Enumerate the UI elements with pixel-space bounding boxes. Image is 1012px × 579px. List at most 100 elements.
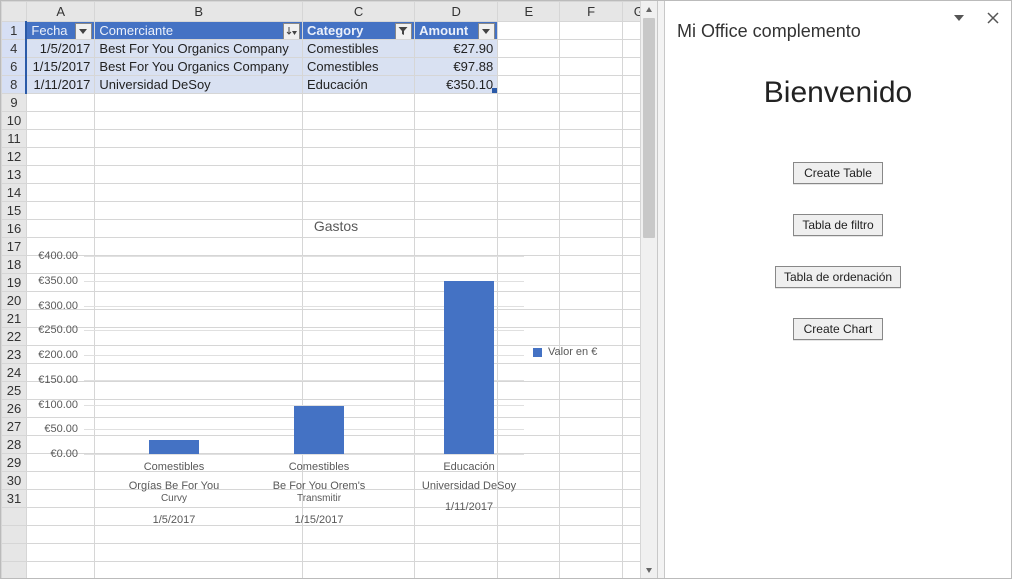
pane-splitter[interactable] — [657, 1, 665, 578]
cell[interactable] — [560, 400, 622, 418]
cell[interactable] — [95, 310, 303, 328]
row-header[interactable]: 6 — [2, 58, 27, 76]
cell[interactable] — [498, 76, 560, 94]
cell[interactable] — [26, 94, 95, 112]
cell[interactable] — [26, 166, 95, 184]
create-table-button[interactable]: Create Table — [793, 162, 883, 184]
cell[interactable] — [95, 220, 303, 238]
pane-close-icon[interactable] — [987, 11, 999, 29]
row-header[interactable] — [2, 544, 27, 562]
cell[interactable] — [26, 274, 95, 292]
cell[interactable] — [26, 472, 95, 490]
row-header[interactable]: 26 — [2, 400, 27, 418]
cell[interactable] — [26, 382, 95, 400]
cell[interactable] — [303, 202, 415, 220]
row-header[interactable]: 19 — [2, 274, 27, 292]
cell[interactable] — [26, 436, 95, 454]
cell[interactable] — [303, 346, 415, 364]
cell[interactable] — [95, 364, 303, 382]
cell[interactable] — [303, 364, 415, 382]
row-header[interactable]: 27 — [2, 418, 27, 436]
cell[interactable] — [95, 202, 303, 220]
cell[interactable] — [498, 508, 560, 526]
cell[interactable] — [95, 328, 303, 346]
col-header-C[interactable]: C — [303, 2, 415, 22]
row-header[interactable]: 30 — [2, 472, 27, 490]
cell[interactable] — [498, 112, 560, 130]
cell[interactable] — [560, 382, 622, 400]
cell[interactable] — [95, 166, 303, 184]
cell[interactable] — [415, 202, 498, 220]
row-header[interactable]: 28 — [2, 436, 27, 454]
cell[interactable] — [95, 544, 303, 562]
cell[interactable] — [560, 58, 622, 76]
cell[interactable] — [95, 130, 303, 148]
cell[interactable] — [26, 454, 95, 472]
cell[interactable] — [415, 364, 498, 382]
cell[interactable] — [415, 112, 498, 130]
cell[interactable] — [303, 292, 415, 310]
cell[interactable] — [303, 418, 415, 436]
row-header[interactable]: 16 — [2, 220, 27, 238]
cell[interactable] — [560, 166, 622, 184]
cell[interactable] — [560, 220, 622, 238]
cell[interactable] — [498, 382, 560, 400]
cell[interactable] — [415, 382, 498, 400]
sort-table-button[interactable]: Tabla de ordenación — [775, 266, 901, 288]
cell[interactable] — [26, 400, 95, 418]
cell[interactable] — [560, 526, 622, 544]
cell[interactable] — [498, 58, 560, 76]
cell[interactable] — [95, 112, 303, 130]
cell[interactable] — [26, 256, 95, 274]
cell[interactable] — [560, 562, 622, 579]
cell[interactable] — [95, 184, 303, 202]
cell[interactable] — [303, 328, 415, 346]
pane-menu-icon[interactable] — [953, 11, 965, 29]
cell[interactable] — [26, 346, 95, 364]
cell[interactable] — [95, 292, 303, 310]
filter-dropdown-icon[interactable] — [75, 23, 92, 40]
cell-category[interactable]: Comestibles — [303, 58, 415, 76]
col-header-B[interactable]: B — [95, 2, 303, 22]
cell[interactable] — [415, 256, 498, 274]
cell[interactable] — [303, 490, 415, 508]
cell[interactable] — [415, 508, 498, 526]
cell[interactable] — [26, 220, 95, 238]
row-header[interactable]: 11 — [2, 130, 27, 148]
cell[interactable] — [26, 328, 95, 346]
cell[interactable] — [303, 562, 415, 579]
cell[interactable] — [560, 238, 622, 256]
cell[interactable] — [560, 274, 622, 292]
cell-amount[interactable]: €350.10 — [415, 76, 498, 94]
cell[interactable] — [303, 382, 415, 400]
cell[interactable] — [415, 274, 498, 292]
cell[interactable] — [303, 436, 415, 454]
row-header[interactable]: 15 — [2, 202, 27, 220]
cell[interactable] — [498, 94, 560, 112]
row-header[interactable]: 13 — [2, 166, 27, 184]
cell[interactable] — [498, 256, 560, 274]
filter-table-button[interactable]: Tabla de filtro — [793, 214, 883, 236]
cell[interactable] — [26, 130, 95, 148]
cell[interactable] — [560, 202, 622, 220]
cell[interactable] — [415, 148, 498, 166]
cell[interactable] — [560, 454, 622, 472]
cell[interactable] — [303, 148, 415, 166]
cell[interactable] — [498, 22, 560, 40]
cell[interactable] — [303, 310, 415, 328]
row-header[interactable] — [2, 562, 27, 579]
scroll-down-arrow[interactable] — [641, 561, 657, 578]
cell[interactable] — [498, 310, 560, 328]
cell[interactable] — [95, 274, 303, 292]
cell[interactable] — [560, 112, 622, 130]
cell[interactable] — [95, 382, 303, 400]
cell[interactable] — [498, 130, 560, 148]
cell[interactable] — [560, 94, 622, 112]
cell[interactable] — [95, 472, 303, 490]
cell[interactable] — [498, 490, 560, 508]
create-chart-button[interactable]: Create Chart — [793, 318, 883, 340]
cell[interactable] — [560, 76, 622, 94]
cell[interactable] — [498, 562, 560, 579]
cell[interactable] — [415, 310, 498, 328]
cell[interactable] — [415, 490, 498, 508]
